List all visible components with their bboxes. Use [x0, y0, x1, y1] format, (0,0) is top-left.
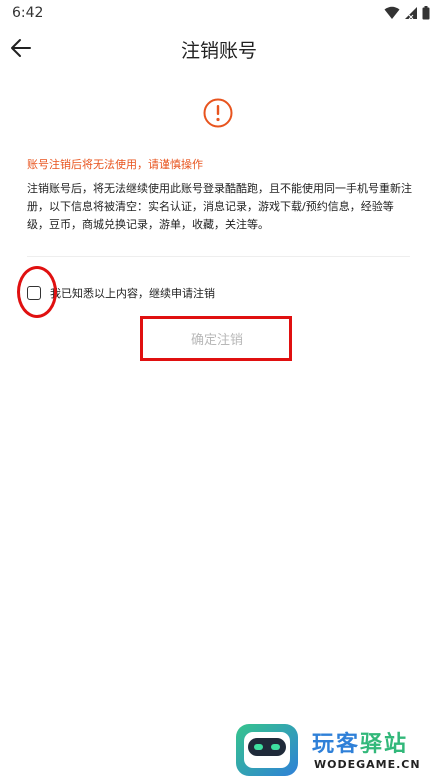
status-bar: 6:42	[0, 0, 438, 26]
watermark: 玩客驿站 WODEGAME.CN	[232, 722, 434, 778]
watermark-title-part1: 玩客	[312, 732, 361, 757]
signal-icon	[405, 7, 417, 20]
status-time: 6:42	[12, 5, 44, 21]
page-title: 注销账号	[180, 40, 257, 62]
robot-logo-icon	[236, 724, 298, 776]
exclamation-circle-icon	[203, 98, 233, 128]
watermark-title: 玩客驿站	[312, 726, 408, 758]
warning-headline: 账号注销后将无法使用，请谨慎操作	[27, 158, 203, 171]
divider	[27, 256, 410, 257]
status-icons	[384, 6, 430, 20]
watermark-subtitle: WODEGAME.CN	[314, 758, 421, 771]
app-bar: 注销账号	[0, 26, 438, 70]
checkbox-annotation-circle	[17, 266, 57, 318]
warning-description: 注销账号后，将无法继续使用此账号登录酷酷跑，且不能使用同一手机号重新注册，以下信…	[27, 182, 412, 231]
confirm-cancel-account-button[interactable]: 确定注销	[143, 319, 291, 358]
agree-label: 我已知悉以上内容，继续申请注销	[50, 287, 215, 300]
watermark-title-part2: 驿站	[360, 732, 409, 757]
wifi-icon	[384, 6, 400, 19]
battery-icon	[422, 6, 430, 20]
